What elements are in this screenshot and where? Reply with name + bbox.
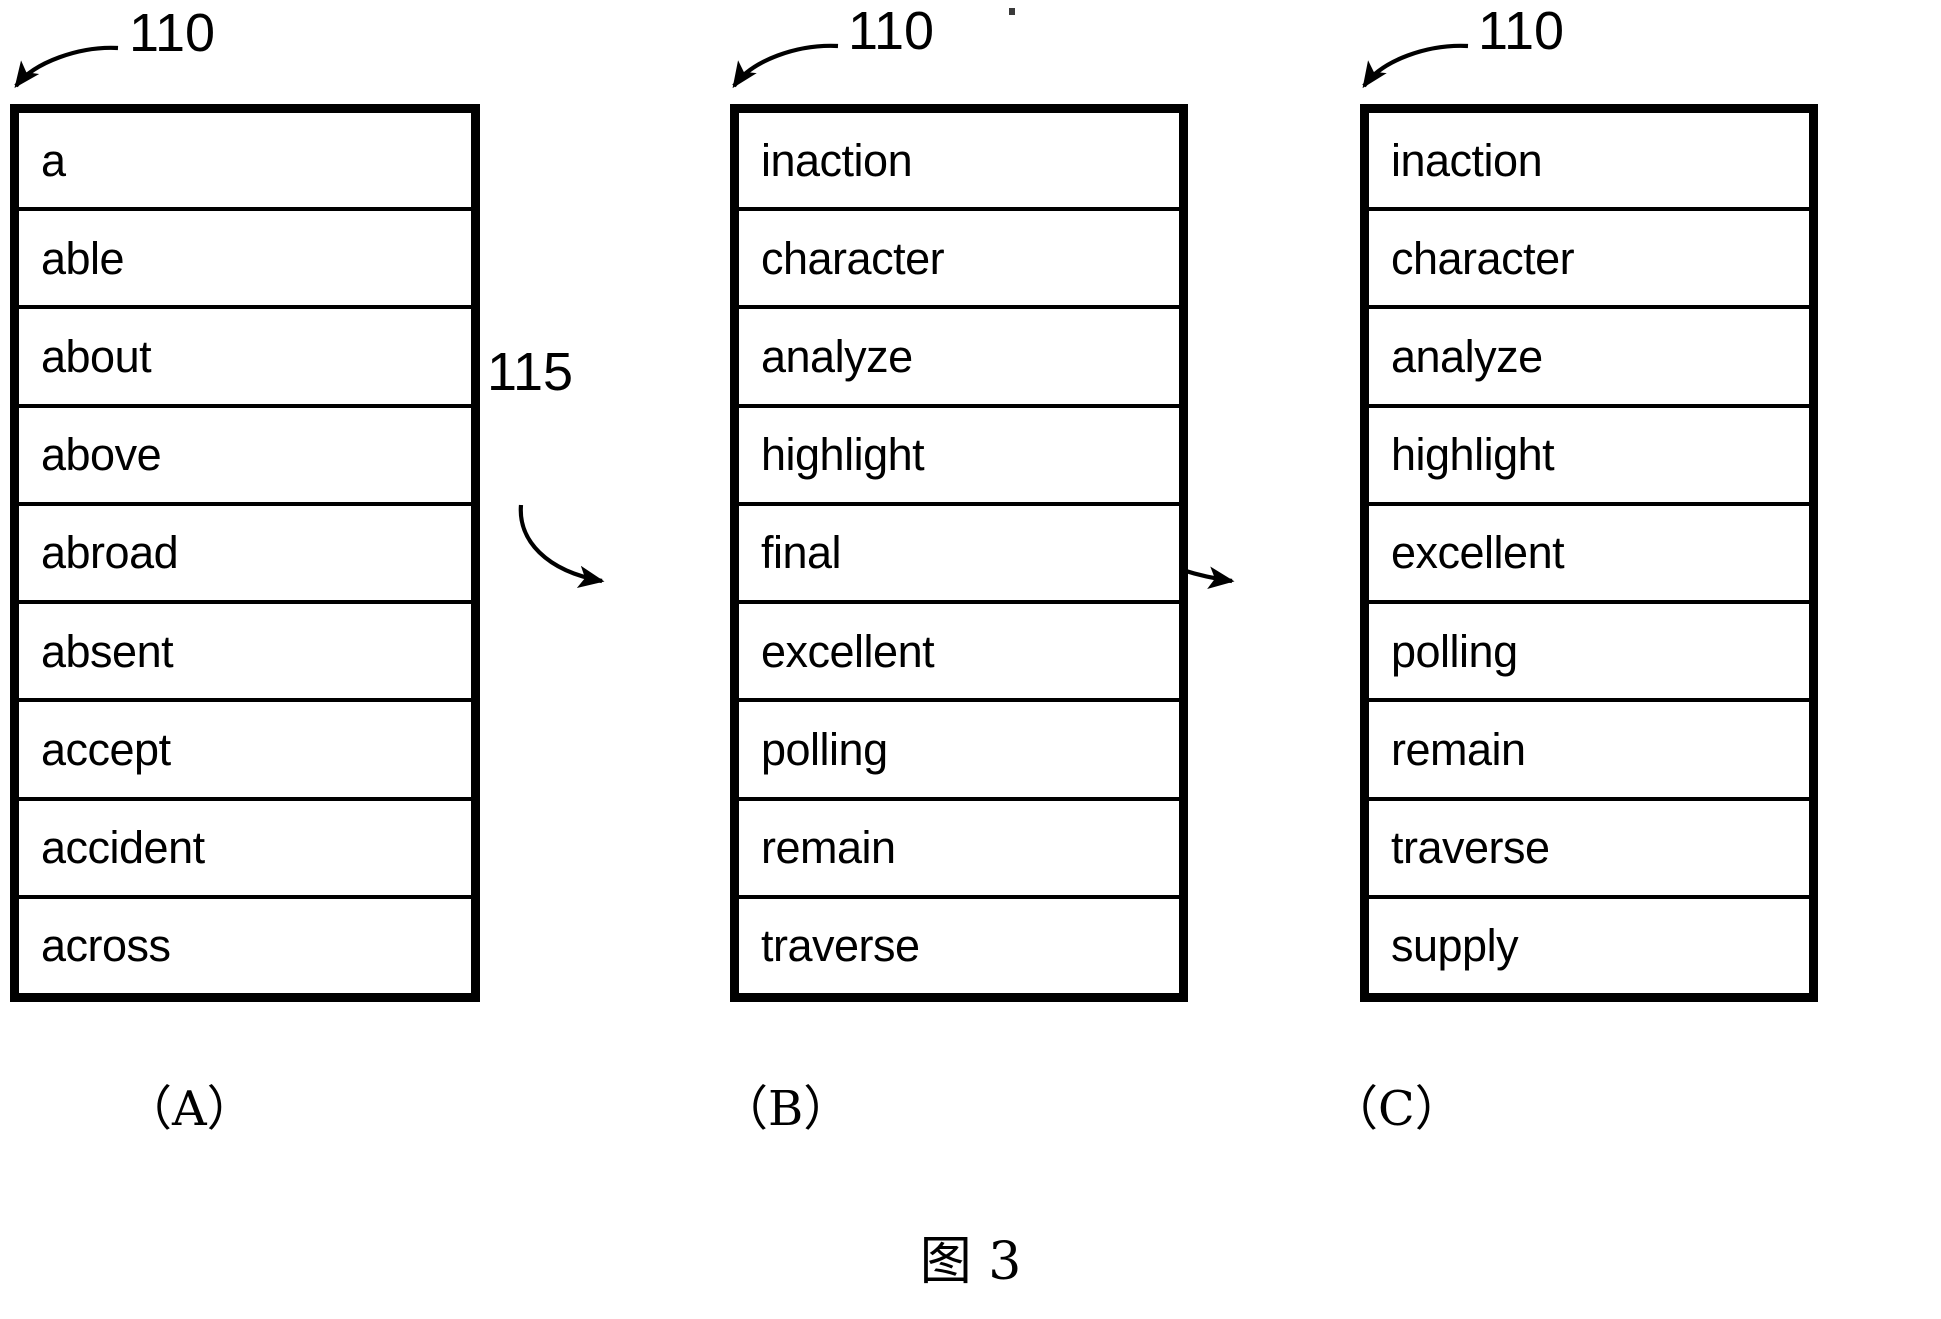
- panel-caption-a: （A）: [124, 1081, 255, 1137]
- list-item-label: about: [41, 331, 152, 383]
- list-item-label: highlight: [761, 429, 925, 481]
- list-item-label: remain: [1391, 723, 1526, 775]
- list-item-label: absent: [41, 625, 174, 677]
- word-list-box-panel-c: inaction character analyze highlight exc…: [1360, 104, 1818, 1002]
- callout-label-115-panel-b: 115: [487, 342, 574, 402]
- list-item: inaction: [739, 113, 1179, 212]
- list-item-label: inaction: [761, 134, 913, 186]
- list-item-label: traverse: [761, 920, 920, 972]
- list-item-label: traverse: [1391, 822, 1550, 874]
- list-item-highlighted: excellent: [1369, 506, 1809, 605]
- list-item-label: a: [41, 134, 66, 186]
- list-item-label: excellent: [1391, 527, 1565, 579]
- list-item-label: accept: [41, 723, 171, 775]
- list-item: accept: [19, 702, 471, 801]
- list-item-label: polling: [761, 723, 888, 775]
- list-item: remain: [739, 801, 1179, 899]
- list-item-label: analyze: [1391, 331, 1543, 383]
- patent-figure: 110 110 110 115 115 a able about above a…: [0, 0, 1941, 1319]
- list-item-label: highlight: [1391, 429, 1555, 481]
- list-item: abroad: [19, 506, 471, 605]
- panel-caption-b: （B）: [720, 1081, 852, 1137]
- list-item: traverse: [1369, 801, 1809, 899]
- callout-arrow-110-c: [1362, 43, 1469, 89]
- list-item-label: analyze: [761, 331, 913, 383]
- callout-arrow-110-a: [14, 45, 119, 89]
- list-item: traverse: [739, 899, 1179, 993]
- list-item-label: abroad: [41, 527, 179, 579]
- list-item-label: able: [41, 232, 125, 284]
- list-item: across: [19, 899, 471, 993]
- list-item: a: [19, 113, 471, 212]
- list-item: character: [739, 211, 1179, 310]
- list-item-label: excellent: [761, 625, 935, 677]
- list-item: able: [19, 211, 471, 310]
- list-item: above: [19, 408, 471, 506]
- list-item-label: polling: [1391, 625, 1518, 677]
- list-item: polling: [1369, 604, 1809, 703]
- callout-arrow-115-b: [518, 504, 605, 589]
- list-item-label: supply: [1391, 920, 1519, 972]
- callout-label-110-panel-b: 110: [848, 1, 935, 61]
- list-item: inaction: [1369, 113, 1809, 212]
- list-item-label: accident: [41, 822, 205, 874]
- list-item: accident: [19, 801, 471, 899]
- word-list-box-panel-b: inaction character analyze highlight fin…: [730, 104, 1188, 1002]
- list-item-label: across: [41, 920, 171, 972]
- callout-label-110-panel-a: 110: [129, 3, 216, 63]
- callout-label-110-panel-c: 110: [1478, 1, 1565, 61]
- panel-caption-c: （C）: [1330, 1081, 1463, 1137]
- word-list-box-panel-a: a able about above abroad absent accept …: [10, 104, 480, 1002]
- list-item: analyze: [739, 309, 1179, 408]
- list-item-label: remain: [761, 822, 896, 874]
- list-item: supply: [1369, 899, 1809, 993]
- list-item: analyze: [1369, 309, 1809, 408]
- list-item: absent: [19, 604, 471, 703]
- scan-artifact-speck: [1009, 8, 1015, 15]
- list-item: highlight: [739, 408, 1179, 506]
- list-item: about: [19, 309, 471, 408]
- list-item-label: inaction: [1391, 134, 1543, 186]
- list-item-label: character: [1391, 232, 1575, 284]
- list-item-highlighted: final: [739, 506, 1179, 605]
- list-item-label: above: [41, 429, 162, 481]
- list-item-label: final: [761, 527, 842, 579]
- list-item: polling: [739, 702, 1179, 801]
- callout-arrow-110-b: [732, 43, 839, 89]
- list-item: remain: [1369, 702, 1809, 801]
- list-item: excellent: [739, 604, 1179, 703]
- figure-caption: 图 3: [919, 1232, 1022, 1292]
- list-item: highlight: [1369, 408, 1809, 506]
- list-item: character: [1369, 211, 1809, 310]
- list-item-label: character: [761, 232, 945, 284]
